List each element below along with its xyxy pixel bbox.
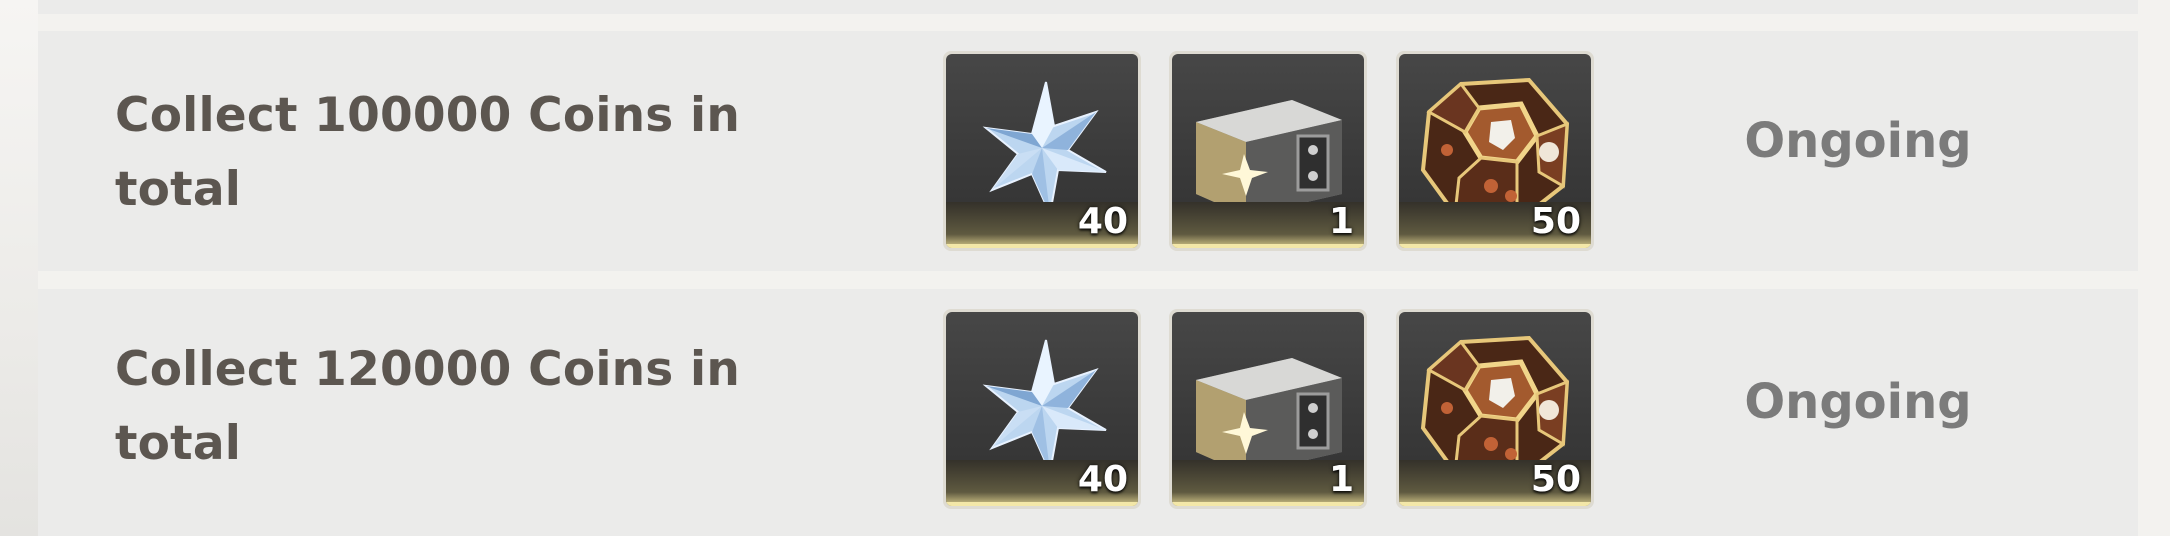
reward-count: 1 <box>1328 201 1354 242</box>
quest-status: Ongoing <box>1744 113 1972 169</box>
quest-row: Collect 120000 Coins in total 40 1 50 On… <box>38 289 2138 536</box>
reward-count: 1 <box>1328 459 1354 500</box>
reward-item-metal-chest[interactable]: 1 <box>1169 51 1367 251</box>
reward-count: 50 <box>1530 459 1581 500</box>
quest-status: Ongoing <box>1744 374 1972 430</box>
quest-title: Collect 100000 Coins in total <box>115 88 741 217</box>
page-background <box>0 0 38 536</box>
reward-item-honeycomb-gem[interactable]: 50 <box>1396 51 1594 251</box>
previous-quest-row-edge <box>38 0 2138 14</box>
reward-item-star-crystal[interactable]: 40 <box>943 309 1141 509</box>
quest-title: Collect 120000 Coins in total <box>115 342 741 471</box>
reward-item-honeycomb-gem[interactable]: 50 <box>1396 309 1594 509</box>
reward-count: 50 <box>1530 201 1581 242</box>
reward-item-star-crystal[interactable]: 40 <box>943 51 1141 251</box>
reward-item-metal-chest[interactable]: 1 <box>1169 309 1367 509</box>
reward-count: 40 <box>1077 201 1128 242</box>
quest-row: Collect 100000 Coins in total 40 1 50 On… <box>38 31 2138 271</box>
reward-count: 40 <box>1077 459 1128 500</box>
